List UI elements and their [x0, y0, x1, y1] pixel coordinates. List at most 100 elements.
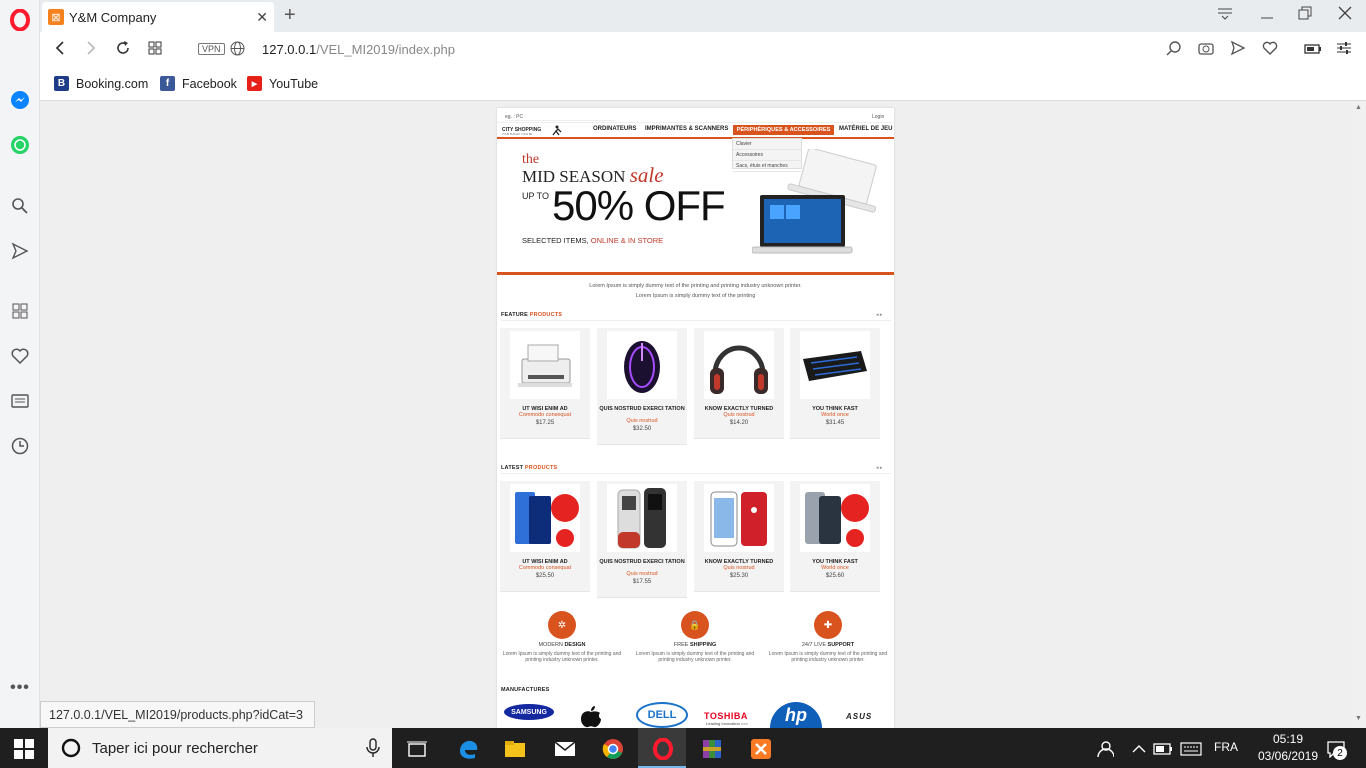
find-icon[interactable] [1166, 40, 1182, 61]
search-icon[interactable] [8, 194, 32, 218]
page-scrollbar[interactable]: ▲ ▼ [1352, 101, 1366, 728]
hero-banner[interactable]: the MID SEASON sale UP TO 50% OFF SELECT… [497, 139, 894, 273]
keyboard-layout-icon[interactable] [1178, 736, 1204, 762]
snapshot-camera-icon[interactable] [1198, 40, 1214, 60]
dropdown-item-sacs[interactable]: Sacs, étuis et manches [733, 161, 801, 172]
language-indicator[interactable]: FRA [1214, 740, 1238, 754]
edge-icon[interactable] [455, 736, 481, 762]
bookmark-facebook[interactable]: f Facebook [160, 76, 237, 91]
forward-icon[interactable] [85, 40, 97, 61]
scroll-up-icon[interactable]: ▲ [1355, 104, 1362, 111]
opera-taskbar-icon[interactable] [650, 736, 676, 762]
winrar-icon[interactable] [699, 736, 725, 762]
brand-toshiba[interactable]: TOSHIBA [704, 711, 748, 721]
easy-setup-icon[interactable] [1336, 40, 1352, 61]
product-price: $17.55 [632, 579, 652, 585]
brand-samsung[interactable]: SAMSUNG [504, 704, 554, 720]
peripheriques-dropdown: Clavier Accessoires Sacs, étuis et manch… [732, 138, 802, 172]
minimize-icon[interactable] [1260, 6, 1274, 24]
dropdown-item-accessoires[interactable]: Accessoires [733, 150, 801, 161]
tab-active[interactable]: ⊠ Y&M Company ✕ [42, 2, 274, 32]
latest-title-b: PRODUCTS [524, 465, 558, 471]
product-price: $32.50 [632, 426, 652, 432]
taskbar-search-box[interactable]: Taper ici pour rechercher [48, 728, 392, 768]
dropdown-item-clavier[interactable]: Clavier [733, 139, 801, 150]
url-path: /VEL_MI2019/index.php [316, 42, 455, 57]
feature-products-title: FEATURE PRODUCTS [501, 312, 562, 318]
product-card[interactable]: KNOW EXACTLY TURNED Quis nostrud $14.20 [694, 328, 784, 439]
menu-imprimantes[interactable]: IMPRIMANTES & SCANNERS [645, 126, 728, 132]
product-card[interactable]: YOU THINK FAST World once $31.45 [790, 328, 880, 439]
banner-bottom-line [497, 272, 894, 275]
site-logo[interactable]: CITY SHOPPING YOUR BUDGET YOUR BE [502, 125, 567, 136]
taskbar-search-placeholder: Taper ici pour rechercher [92, 739, 258, 757]
chrome-icon[interactable] [600, 736, 626, 762]
taskbar-clock[interactable]: 05:19 03/06/2019 [1252, 731, 1324, 765]
file-explorer-icon[interactable] [502, 736, 528, 762]
close-window-icon[interactable] [1338, 6, 1352, 24]
product-card[interactable]: YOU THINK FAST World once $25.60 [790, 481, 880, 592]
heart-icon[interactable] [8, 344, 32, 368]
product-card[interactable]: KNOW EXACTLY TURNED Quis nostrud $25.30 [694, 481, 784, 592]
show-hidden-icons-chevron-icon[interactable] [1126, 736, 1152, 762]
close-tab-icon[interactable]: ✕ [256, 9, 268, 26]
product-subtitle: Quis nostrud [626, 571, 658, 577]
keyboard-icon [800, 331, 870, 399]
brand-dell[interactable]: DELL [636, 702, 688, 728]
product-card[interactable]: QUIS NOSTRUD EXERCI TATION Quis nostrud … [597, 328, 687, 445]
microphone-icon[interactable] [366, 738, 380, 758]
tabs-grid-icon[interactable] [148, 40, 162, 60]
send-icon[interactable] [8, 239, 32, 263]
more-icon[interactable]: ••• [8, 676, 32, 700]
url-field[interactable]: 127.0.0.1/VEL_MI2019/index.php [262, 42, 455, 57]
feature-text: Lorem Ipsum is simply dummy text of the … [768, 651, 888, 663]
header-divider [497, 122, 894, 123]
back-icon[interactable] [54, 40, 66, 61]
bookmark-label: YouTube [269, 76, 319, 91]
facebook-icon: f [160, 76, 175, 91]
menu-ordinateurs[interactable]: ORDINATEURS [593, 126, 637, 132]
product-name: QUIS NOSTRUD EXERCI TATION [599, 559, 685, 565]
feature-bold: SUPPORT [827, 642, 855, 648]
menu-materiel-jeu[interactable]: MATÉRIEL DE JEU [839, 126, 892, 132]
bookmark-heart-icon[interactable] [1262, 40, 1278, 60]
scroll-down-icon[interactable]: ▼ [1355, 715, 1362, 722]
windows-start-icon[interactable] [14, 739, 34, 764]
product-card[interactable]: UT WISI ENIM AD Commodo consequat $17.25 [500, 328, 590, 439]
product-card[interactable]: UT WISI ENIM AD Commodo consequat $25.50 [500, 481, 590, 592]
vpn-badge[interactable]: VPN [198, 43, 225, 55]
whatsapp-icon[interactable] [8, 133, 32, 157]
task-view-icon[interactable] [404, 736, 430, 762]
new-tab-icon[interactable]: + [284, 4, 296, 27]
flow-send-icon[interactable] [1230, 40, 1246, 61]
bookmark-youtube[interactable]: ▶ YouTube [247, 76, 318, 91]
latest-carousel-arrows[interactable]: ◂ ▸ [876, 465, 882, 471]
bookmark-booking[interactable]: B Booking.com [54, 76, 148, 91]
mail-icon[interactable] [552, 736, 578, 762]
feature-divider [501, 320, 891, 321]
speed-dial-icon[interactable] [8, 299, 32, 323]
battery-icon[interactable] [1150, 736, 1176, 762]
clock-time: 05:19 [1272, 732, 1304, 746]
tab-menu-icon[interactable] [1217, 6, 1233, 24]
site-search-input[interactable]: eg. : PC [505, 114, 615, 121]
messenger-icon[interactable] [8, 88, 32, 112]
menu-peripheriques[interactable]: PÉRIPHÉRIQUES & ACCESSOIRES [733, 125, 834, 135]
product-card[interactable]: QUIS NOSTRUD EXERCI TATION Quis nostrud … [597, 481, 687, 598]
opera-logo-icon[interactable] [8, 8, 32, 32]
status-url-tooltip: 127.0.0.1/VEL_MI2019/products.php?idCat=… [40, 701, 315, 728]
feature-phone-icon [607, 484, 677, 552]
feature-text: Lorem Ipsum is simply dummy text of the … [635, 651, 755, 663]
login-link[interactable]: Login [872, 114, 884, 120]
news-icon[interactable] [8, 389, 32, 413]
reload-icon[interactable] [115, 40, 131, 61]
battery-saver-icon[interactable] [1304, 40, 1322, 60]
apple-logo-icon[interactable] [578, 706, 604, 728]
xampp-icon[interactable] [748, 736, 774, 762]
history-icon[interactable] [8, 434, 32, 458]
brand-asus[interactable]: ASUS [846, 712, 872, 721]
latest-title-a: LATEST [501, 465, 524, 471]
feature-carousel-arrows[interactable]: ◂ ▸ [876, 312, 882, 318]
restore-icon[interactable] [1298, 6, 1312, 24]
people-icon[interactable] [1092, 736, 1118, 762]
